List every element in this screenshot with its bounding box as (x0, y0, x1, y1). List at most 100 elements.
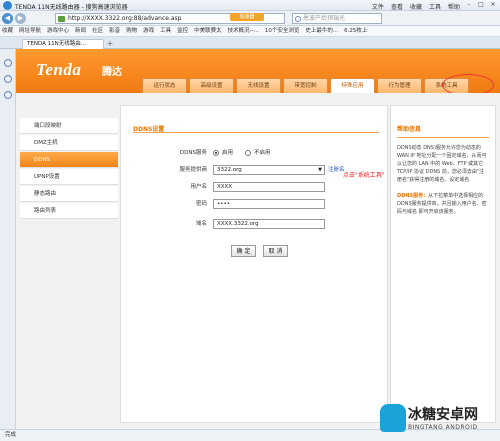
fav-item[interactable]: 收藏 (2, 26, 13, 36)
back-button[interactable]: ◀ (2, 13, 13, 24)
watermark-cn: 冰糖安卓网 (408, 407, 478, 423)
fav-item[interactable]: 史上最牛的... (305, 26, 338, 36)
username-row: 用户名 XXXX (121, 181, 389, 193)
fav-item[interactable]: 游戏 (143, 26, 154, 36)
accelerator-button[interactable]: 加速器 (230, 13, 264, 21)
status-text: 完成 (5, 432, 17, 438)
provider-value: 3322.org (217, 167, 242, 173)
help-text-service: DDNS服务：从下拉菜单中选择相应的DDNS服务提供商，并且输入用户名、密码与域… (397, 192, 489, 216)
fav-item[interactable]: 购物 (126, 26, 137, 36)
router-header: Tenda 腾达 运行状态 高级设置 无线设置 带宽控制 特殊应用 行为管理 系… (16, 49, 500, 96)
address-url: http://XXXX.3322.org:88/advance.asp (68, 15, 182, 22)
sidebar-clock-icon[interactable] (4, 91, 12, 99)
help-title: 帮助信息 (397, 126, 422, 133)
search-icon (295, 16, 301, 22)
maximize-icon[interactable]: □ (476, 1, 486, 9)
router-main: 端口段映射 DMZ主机 DDNS UPNP设置 静态路由 路由列表 DDNS设置… (16, 93, 500, 429)
router-left-menu: 端口段映射 DMZ主机 DDNS UPNP设置 静态路由 路由列表 (20, 118, 118, 220)
ddns-service-label: DDNS服务 (179, 150, 207, 156)
menu-view[interactable]: 查看 (391, 2, 403, 11)
browser-tab-router[interactable]: TENDA 11N无线路由... (22, 39, 104, 49)
password-row: 密码 •••• (121, 198, 389, 210)
browser-sidebar (0, 49, 16, 429)
enable-radio[interactable] (213, 150, 219, 156)
fav-item[interactable]: 监控 (177, 26, 188, 36)
domain-input[interactable]: XXXX.3322.org (213, 219, 325, 229)
menu-static-route[interactable]: 静态路由 (20, 186, 118, 202)
menu-upnp[interactable]: UPNP设置 (20, 169, 118, 185)
annotation-text: 点击"系统工具" (343, 172, 385, 179)
provider-label: 服务提供商 (179, 167, 207, 173)
close-icon[interactable]: ✕ (488, 1, 498, 9)
tab-special-apps[interactable]: 特殊应用 (330, 78, 375, 93)
username-input[interactable]: XXXX (213, 182, 325, 192)
enable-label: 启用 (222, 150, 234, 156)
router-page: Tenda 腾达 运行状态 高级设置 无线设置 带宽控制 特殊应用 行为管理 系… (16, 49, 500, 429)
menu-route-list[interactable]: 路由列表 (20, 203, 118, 219)
disable-radio[interactable] (245, 150, 251, 156)
provider-select[interactable]: 3322.org ▼ (213, 165, 325, 175)
window-controls: – □ ✕ (464, 1, 498, 9)
new-tab-icon[interactable]: + (106, 40, 114, 48)
tab-wireless[interactable]: 无线设置 (236, 78, 281, 93)
fav-item[interactable]: 6.25枚上 (344, 26, 367, 36)
domain-label: 域名 (195, 221, 207, 227)
browser-titlebar: TENDA 11N无线路由器 - 搜狗高速浏览器 文件 查看 收藏 工具 帮助 … (0, 0, 500, 11)
fav-item[interactable]: 影音 (109, 26, 120, 36)
menu-help[interactable]: 帮助 (448, 2, 460, 11)
ok-button[interactable]: 确 定 (231, 245, 256, 257)
tab-advanced[interactable]: 高级设置 (189, 78, 234, 93)
ddns-panel: DDNS设置 DDNS服务 启用 不启用 服务提供商 3322.org ▼ 注册… (120, 105, 388, 423)
domain-row: 域名 XXXX.3322.org (121, 218, 389, 230)
watermark: 冰糖安卓网 BINGTANG ANDROID (378, 400, 498, 440)
button-row: 确 定 取 消 (121, 245, 389, 257)
search-input[interactable]: 恩波产后预瑞光 (292, 13, 382, 24)
cancel-button[interactable]: 取 消 (263, 245, 288, 257)
minimize-icon[interactable]: – (464, 1, 474, 9)
tenda-logo: Tenda (36, 60, 82, 79)
disable-label: 不启用 (254, 150, 271, 156)
window-title: TENDA 11N无线路由器 - 搜狗高速浏览器 (15, 4, 128, 11)
browser-navbar: ◀ ▶ http://XXXX.3322.org:88/advance.asp … (0, 11, 500, 26)
menu-dmz-host[interactable]: DMZ主机 (20, 135, 118, 151)
help-divider (397, 137, 489, 138)
fav-item[interactable]: 技术概况--... (228, 26, 259, 36)
help-bold-label: DDNS服务： (397, 193, 429, 199)
password-input[interactable]: •••• (213, 199, 325, 209)
tab-run-status[interactable]: 运行状态 (142, 78, 187, 93)
sogou-browser-logo-icon (3, 1, 12, 10)
page-icon (58, 16, 65, 22)
search-placeholder: 恩波产后预瑞光 (303, 15, 346, 22)
forward-button[interactable]: ▶ (15, 13, 26, 24)
username-label: 用户名 (190, 184, 207, 190)
tab-behavior[interactable]: 行为管理 (377, 78, 422, 93)
password-label: 密码 (195, 201, 207, 207)
fav-item[interactable]: 工具 (160, 26, 171, 36)
fav-item[interactable]: 网址导航 (19, 26, 41, 36)
browser-menu: 文件 查看 收藏 工具 帮助 (372, 2, 460, 11)
help-panel: 帮助信息 DDNS动态 DNS)服务允许您为动态的 WAN IP 地址分配一个固… (390, 105, 496, 423)
tenda-logo-cn: 腾达 (102, 67, 122, 78)
sidebar-favorites-icon[interactable] (4, 59, 12, 67)
menu-tools[interactable]: 工具 (429, 2, 441, 11)
menu-file[interactable]: 文件 (372, 2, 384, 11)
watermark-en: BINGTANG ANDROID (408, 424, 478, 431)
fav-item[interactable]: 中美联赛太 (194, 26, 222, 36)
tab-bandwidth[interactable]: 带宽控制 (283, 78, 328, 93)
menu-port-mapping[interactable]: 端口段映射 (20, 118, 118, 134)
help-text: DDNS动态 DNS)服务允许您为动态的 WAN IP 地址分配一个固定域名，从… (397, 145, 487, 183)
sidebar-history-icon[interactable] (4, 75, 12, 83)
menu-favorites[interactable]: 收藏 (410, 2, 422, 11)
menu-ddns[interactable]: DDNS (20, 152, 118, 168)
ddns-service-row: DDNS服务 启用 不启用 (121, 147, 389, 159)
fav-item[interactable]: 社区 (92, 26, 103, 36)
fav-item[interactable]: 游戏中心 (47, 26, 69, 36)
favorites-bar: 收藏 网址导航 游戏中心 新闻 社区 影音 购物 游戏 工具 监控 中美联赛太 … (0, 26, 500, 37)
section-divider (133, 132, 379, 133)
router-top-nav: 运行状态 高级设置 无线设置 带宽控制 特殊应用 行为管理 系统工具 (142, 78, 469, 93)
fav-item[interactable]: 10个安全浏览 (265, 26, 300, 36)
fav-item[interactable]: 新闻 (75, 26, 86, 36)
tab-bar: TENDA 11N无线路由... + (0, 37, 500, 49)
chevron-down-icon: ▼ (318, 167, 322, 173)
watermark-logo-icon (380, 404, 406, 432)
